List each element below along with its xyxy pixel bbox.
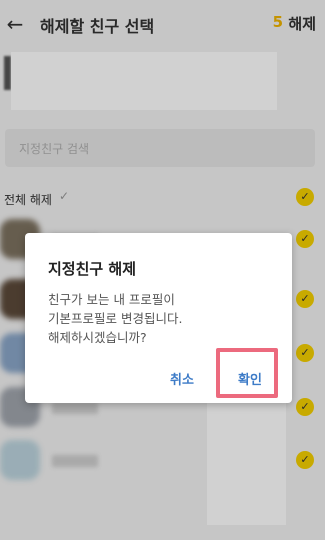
dialog-message: 친구가 보는 내 프로필이 기본프로필로 변경됩니다. 해제하시겠습니까?	[48, 292, 183, 345]
dialog-title: 지정친구 해제	[48, 260, 137, 278]
confirm-highlight-frame	[216, 348, 278, 398]
cancel-button[interactable]: 취소	[170, 369, 194, 388]
